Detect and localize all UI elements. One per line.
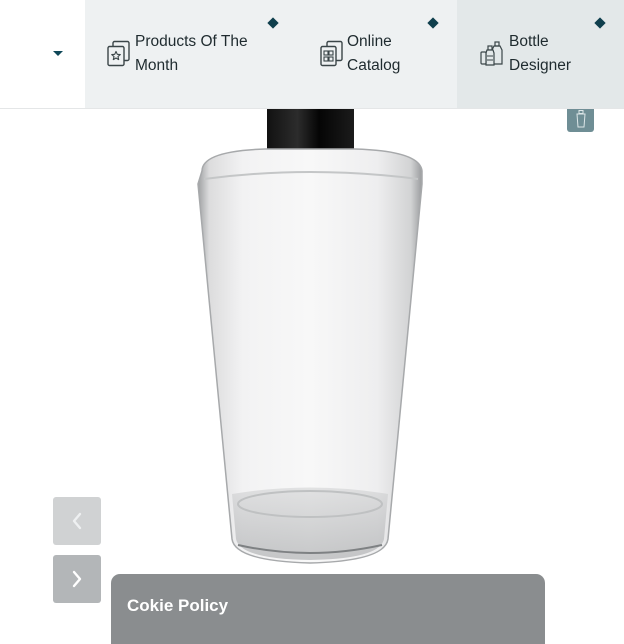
nav-item-online-catalog[interactable]: Online Catalog bbox=[288, 0, 457, 108]
caret-down-icon[interactable] bbox=[53, 51, 63, 56]
catalog-icon bbox=[320, 40, 343, 67]
nav-label[interactable]: Bottle Designer bbox=[509, 30, 589, 78]
cookie-policy-title: Cokie Policy bbox=[127, 596, 229, 615]
product-bottle-image bbox=[197, 109, 423, 564]
nav-item-bottle-designer[interactable]: Bottle Designer bbox=[457, 0, 624, 108]
previous-slide-button[interactable] bbox=[53, 497, 101, 545]
star-document-icon bbox=[107, 40, 130, 67]
cookie-policy-panel: Cokie Policy bbox=[111, 574, 545, 644]
bottles-icon bbox=[480, 41, 503, 66]
nav-label[interactable]: Online Catalog bbox=[347, 30, 427, 78]
chevron-left-icon bbox=[72, 512, 82, 530]
top-navigation: Products Of The Month Online Catalog Bot… bbox=[0, 0, 624, 109]
nav-label[interactable]: Products Of The Month bbox=[135, 30, 275, 78]
diamond-marker-icon bbox=[427, 17, 439, 29]
menu-toggle[interactable] bbox=[0, 0, 85, 108]
diamond-marker-icon bbox=[267, 17, 279, 29]
chevron-right-icon bbox=[72, 570, 82, 588]
thumbnail-button[interactable] bbox=[567, 106, 594, 132]
nav-item-products-of-the-month[interactable]: Products Of The Month bbox=[85, 0, 288, 108]
diamond-marker-icon bbox=[594, 17, 606, 29]
next-slide-button[interactable] bbox=[53, 555, 101, 603]
bottle-thumbnail-icon bbox=[575, 110, 586, 128]
